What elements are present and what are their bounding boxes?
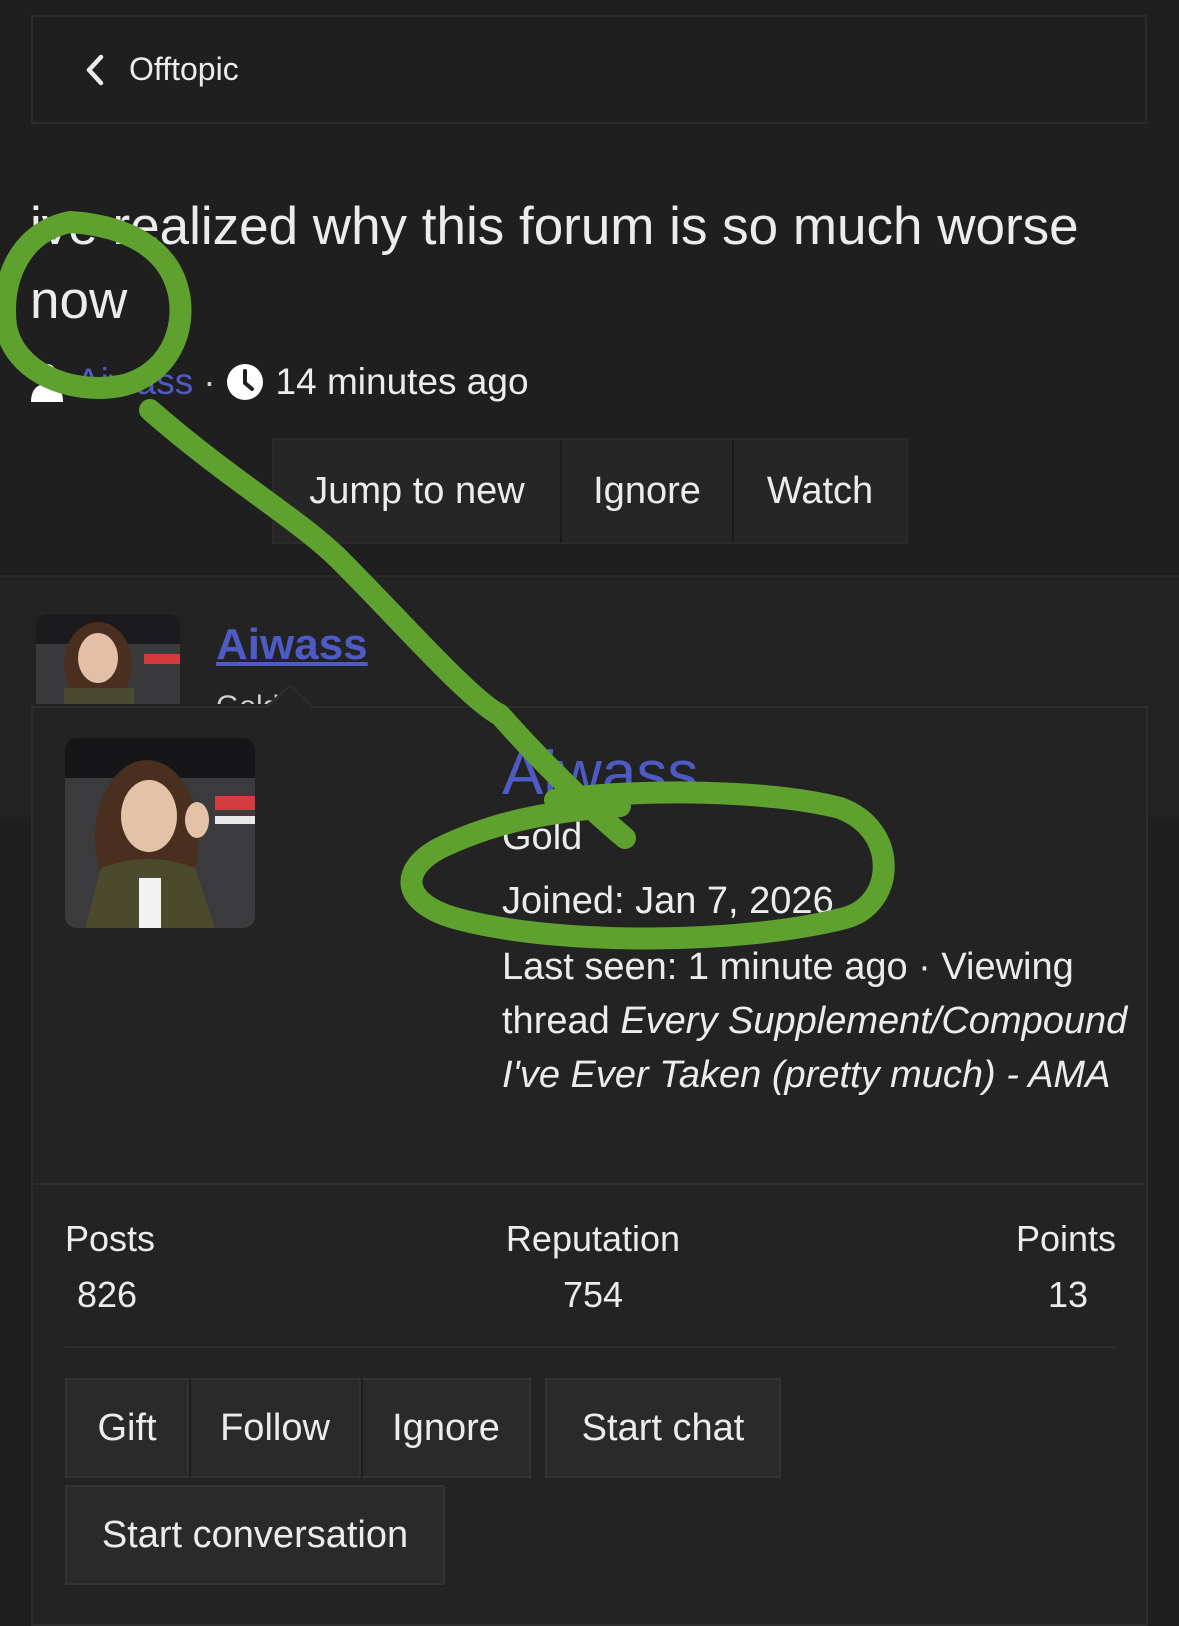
breadcrumb-label[interactable]: Offtopic xyxy=(129,51,239,88)
profile-card: Aiwass Gold Joined: Jan 7, 2026 Last see… xyxy=(31,706,1148,1626)
stat-reputation-label: Reputation xyxy=(505,1218,681,1259)
clock-icon xyxy=(226,363,264,401)
thread-meta: Aiwass · 14 minutes ago xyxy=(30,360,529,404)
stat-points-label: Points xyxy=(1015,1218,1116,1259)
profile-rank: Gold xyxy=(502,816,583,858)
profile-action-group: Gift Follow Ignore xyxy=(65,1378,531,1478)
stat-points[interactable]: Points 13 xyxy=(1016,1218,1116,1316)
thread-author-link[interactable]: Aiwass xyxy=(76,361,193,403)
stat-points-value: 13 xyxy=(1047,1274,1088,1315)
chevron-left-icon[interactable] xyxy=(78,53,112,87)
thread-action-group: Jump to new Ignore Watch xyxy=(272,438,908,544)
profile-last-seen: Last seen: 1 minute ago · Viewing thread… xyxy=(502,940,1132,1102)
thread-time: 14 minutes ago xyxy=(275,361,529,402)
start-conversation-button[interactable]: Start conversation xyxy=(65,1485,445,1585)
jump-to-new-button[interactable]: Jump to new xyxy=(274,440,562,542)
profile-joined: Joined: Jan 7, 2026 xyxy=(502,880,834,922)
post-author-link[interactable]: Aiwass xyxy=(216,620,368,670)
stat-posts-value: 826 xyxy=(77,1274,138,1315)
follow-button[interactable]: Follow xyxy=(189,1378,361,1478)
divider xyxy=(33,1183,1146,1185)
profile-avatar[interactable] xyxy=(65,738,255,928)
stat-reputation[interactable]: Reputation 754 xyxy=(498,1218,688,1316)
profile-actions-row2: Start conversation xyxy=(65,1485,445,1585)
card-pointer-inner xyxy=(268,687,312,708)
divider xyxy=(65,1346,1117,1348)
watch-thread-button[interactable]: Watch xyxy=(734,440,906,542)
post-avatar[interactable] xyxy=(36,614,180,704)
stat-posts[interactable]: Posts 826 xyxy=(65,1218,155,1316)
breadcrumb[interactable]: Offtopic xyxy=(31,15,1147,124)
start-chat-button[interactable]: Start chat xyxy=(545,1378,781,1478)
ignore-user-button[interactable]: Ignore xyxy=(361,1378,531,1478)
ignore-thread-button[interactable]: Ignore xyxy=(562,440,734,542)
profile-name-link[interactable]: Aiwass xyxy=(502,738,698,809)
profile-actions: Gift Follow Ignore Start chat xyxy=(65,1378,781,1478)
meta-separator: · xyxy=(203,361,216,402)
thread-title: ive realized why this forum is so much w… xyxy=(30,197,1079,330)
stat-posts-label: Posts xyxy=(65,1218,156,1259)
gift-button[interactable]: Gift xyxy=(65,1378,189,1478)
user-icon xyxy=(30,362,64,402)
stat-reputation-value: 754 xyxy=(562,1274,624,1315)
